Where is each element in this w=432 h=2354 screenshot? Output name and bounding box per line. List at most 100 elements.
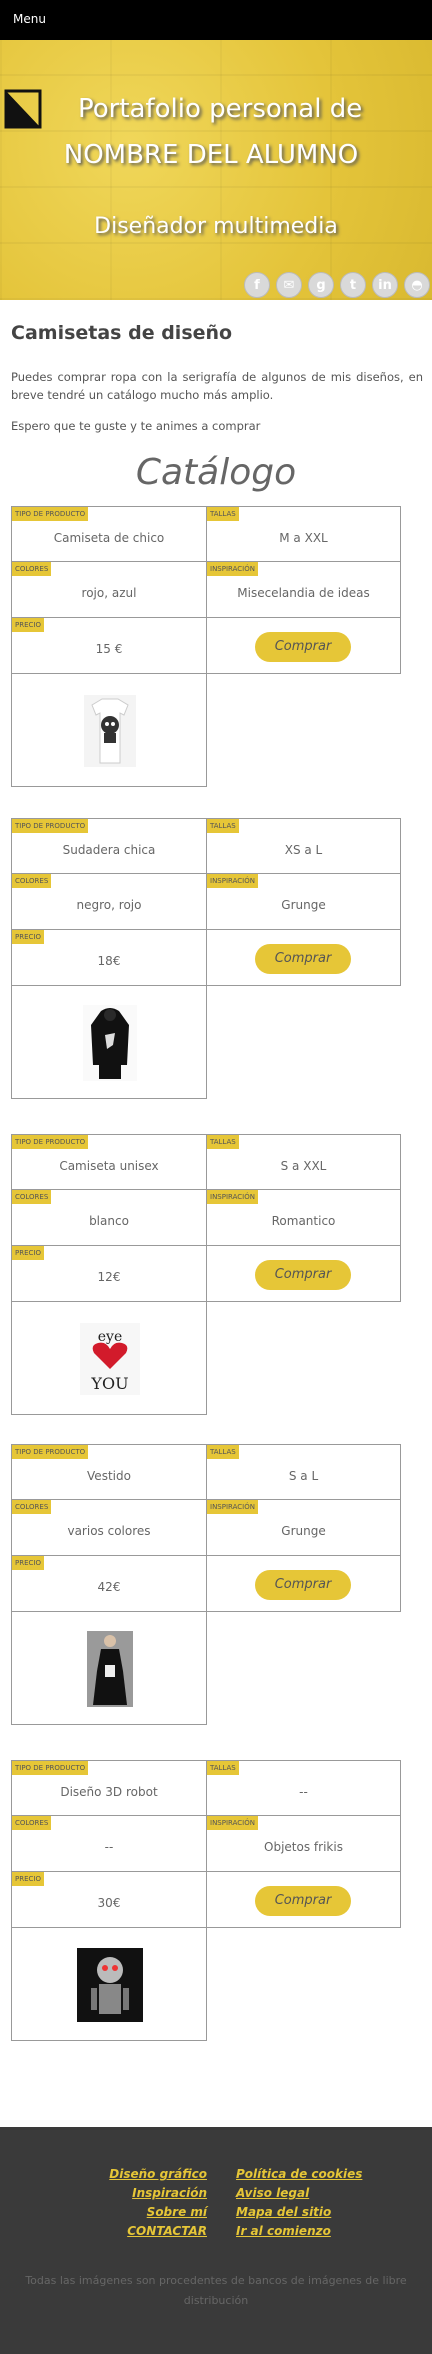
buy-cell: Comprar [206, 1871, 401, 1928]
product-type-cell: TIPO DE PRODUCTO Diseño 3D robot [11, 1760, 207, 1816]
hero-banner: Portafolio personal de NOMBRE DEL ALUMNO… [0, 40, 432, 300]
product-inspiration-cell: INSPIRACIÓN Objetos frikis [206, 1815, 401, 1872]
intro-paragraph: Puedes comprar ropa con la serigrafía de… [11, 370, 423, 402]
product-inspiration-cell: INSPIRACIÓN Romantico [206, 1189, 401, 1246]
product-sizes-cell: TALLAS XS a L [206, 818, 401, 874]
facebook-icon[interactable]: f [244, 272, 270, 298]
product-type-value: Camiseta de chico [53, 531, 165, 545]
product-colors-label: COLORES [12, 1190, 52, 1204]
buy-button[interactable]: Comprar [255, 632, 351, 662]
product-inspiration-value: Grunge [281, 898, 326, 912]
buy-button[interactable]: Comprar [255, 944, 351, 974]
product-price-value: 15 € [95, 642, 123, 656]
product-type-label: TIPO DE PRODUCTO [12, 819, 89, 833]
footer-note: Todas las imágenes son procedentes de ba… [25, 2274, 407, 2307]
product-image [84, 695, 136, 771]
product-price-value: 12€ [97, 1270, 121, 1284]
product-image [77, 1948, 143, 2026]
product-image-cell [11, 985, 207, 1099]
product-sizes-cell: TALLAS S a XXL [206, 1134, 401, 1190]
product-sizes-value: XS a L [284, 843, 323, 857]
product-price-label: PRECIO [12, 930, 44, 944]
product-sizes-cell: TALLAS -- [206, 1760, 401, 1816]
product-inspiration-label: INSPIRACIÓN [207, 1816, 258, 1830]
product-type-cell: TIPO DE PRODUCTO Camiseta unisex [11, 1134, 207, 1190]
buy-button[interactable]: Comprar [255, 1260, 351, 1290]
email-icon[interactable]: ✉ [276, 272, 302, 298]
product-image [83, 1005, 137, 1085]
footer-link-cookies[interactable]: Política de cookies [236, 2167, 362, 2181]
product-sizes-label: TALLAS [207, 507, 239, 521]
product-type-value: Vestido [87, 1469, 131, 1483]
product-price-label: PRECIO [12, 1872, 44, 1886]
product-price-cell: PRECIO 15 € [11, 617, 207, 674]
product-price-cell: PRECIO 18€ [11, 929, 207, 986]
product-price-label: PRECIO [12, 1246, 44, 1260]
product-colors-cell: COLORES -- [11, 1815, 207, 1872]
product-colors-cell: COLORES negro, rojo [11, 873, 207, 930]
product-image-cell [11, 1611, 207, 1725]
product-inspiration-label: INSPIRACIÓN [207, 562, 258, 576]
product-colors-cell: COLORES blanco [11, 1189, 207, 1246]
buy-button[interactable]: Comprar [255, 1570, 351, 1600]
footer: Diseño gráfico Inspiración Sobre mí CONT… [0, 2127, 432, 2354]
product-type-cell: TIPO DE PRODUCTO Vestido [11, 1444, 207, 1500]
footer-link-inspiracion[interactable]: Inspiración [132, 2186, 207, 2200]
product-colors-cell: COLORES varios colores [11, 1499, 207, 1556]
footer-link-mapa-sitio[interactable]: Mapa del sitio [236, 2205, 331, 2219]
product-colors-label: COLORES [12, 1816, 52, 1830]
svg-text:YOU: YOU [90, 1374, 128, 1393]
footer-link-contactar[interactable]: CONTACTAR [127, 2224, 207, 2238]
product-type-label: TIPO DE PRODUCTO [12, 1445, 89, 1459]
product-price-label: PRECIO [12, 1556, 44, 1570]
buy-cell: Comprar [206, 1245, 401, 1302]
product-colors-cell: COLORES rojo, azul [11, 561, 207, 618]
product-inspiration-cell: INSPIRACIÓN Misecelandia de ideas [206, 561, 401, 618]
footer-link-ir-comienzo[interactable]: Ir al comienzo [236, 2224, 331, 2238]
footer-link-aviso-legal[interactable]: Aviso legal [236, 2186, 309, 2200]
product-sizes-value: M a XXL [279, 531, 328, 545]
product-price-cell: PRECIO 12€ [11, 1245, 207, 1302]
product-colors-value: rojo, azul [81, 586, 137, 600]
product-type-value: Camiseta unisex [59, 1159, 159, 1173]
linkedin-icon[interactable]: in [372, 272, 398, 298]
product-colors-value: -- [104, 1840, 114, 1854]
footer-link-diseno-grafico[interactable]: Diseño gráfico [109, 2167, 207, 2181]
footer-link-sobre-mi[interactable]: Sobre mí [147, 2205, 207, 2219]
product-sizes-label: TALLAS [207, 1445, 239, 1459]
section-title: Camisetas de diseño [11, 322, 233, 344]
google-plus-icon[interactable]: g [308, 272, 334, 298]
product-inspiration-value: Misecelandia de ideas [237, 586, 370, 600]
product-inspiration-label: INSPIRACIÓN [207, 1190, 258, 1204]
buy-button[interactable]: Comprar [255, 1886, 351, 1916]
product-image [87, 1631, 133, 1711]
hero-subtitle: Diseñador multimedia [94, 214, 338, 239]
buy-cell: Comprar [206, 1555, 401, 1612]
twitter-icon[interactable]: t [340, 272, 366, 298]
product-image-cell [11, 1927, 207, 2041]
github-icon[interactable]: ◓ [404, 272, 430, 298]
menu-button[interactable]: Menu [13, 12, 46, 26]
product-type-cell: TIPO DE PRODUCTO Camiseta de chico [11, 506, 207, 562]
catalog-title: Catálogo [135, 452, 297, 493]
product-type-value: Diseño 3D robot [60, 1785, 158, 1799]
product-price-value: 42€ [97, 1580, 121, 1594]
product-sizes-label: TALLAS [207, 1761, 239, 1775]
product-inspiration-label: INSPIRACIÓN [207, 874, 258, 888]
product-colors-label: COLORES [12, 562, 52, 576]
product-inspiration-cell: INSPIRACIÓN Grunge [206, 873, 401, 930]
top-navbar: Menu [0, 0, 432, 40]
product-price-value: 18€ [97, 954, 121, 968]
product-sizes-value: -- [299, 1785, 308, 1799]
product-sizes-value: S a L [288, 1469, 319, 1483]
hero-title-line1: Portafolio personal de [78, 94, 363, 124]
product-price-cell: PRECIO 30€ [11, 1871, 207, 1928]
product-type-cell: TIPO DE PRODUCTO Sudadera chica [11, 818, 207, 874]
product-sizes-cell: TALLAS M a XXL [206, 506, 401, 562]
product-type-label: TIPO DE PRODUCTO [12, 1761, 89, 1775]
product-colors-value: varios colores [67, 1524, 151, 1538]
product-sizes-label: TALLAS [207, 819, 239, 833]
product-colors-label: COLORES [12, 1500, 52, 1514]
product-inspiration-value: Grunge [281, 1524, 326, 1538]
product-price-value: 30€ [97, 1896, 121, 1910]
